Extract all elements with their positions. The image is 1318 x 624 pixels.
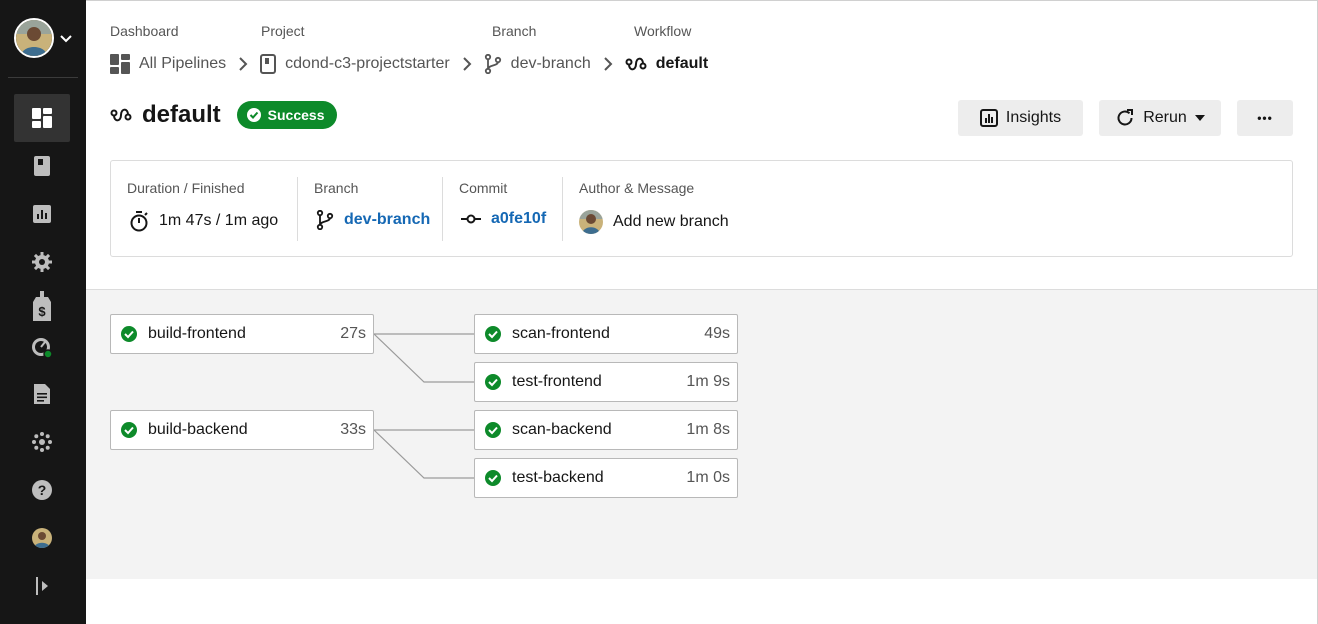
insights-button[interactable]: Insights [958, 100, 1083, 136]
commit-icon [461, 214, 481, 224]
success-icon [121, 326, 137, 342]
plan-icon[interactable]: $ [14, 282, 70, 330]
crumb-workflow: default [625, 55, 708, 73]
sidebar-divider [8, 77, 78, 78]
job-test-frontend[interactable]: test-frontend 1m 9s [474, 362, 738, 402]
stopwatch-icon [130, 211, 148, 232]
branch-icon [316, 210, 334, 230]
workflow-graph: build-frontend 27s scan-frontend 49s tes… [86, 289, 1317, 579]
user-avatar[interactable] [14, 18, 54, 58]
commit-label: Commit [459, 180, 508, 196]
crumb-branch[interactable]: dev-branch [484, 54, 591, 74]
svg-text:$: $ [38, 304, 46, 319]
crumb-project-label: cdond-c3-projectstarter [285, 55, 450, 72]
rerun-button-label: Rerun [1143, 109, 1187, 126]
success-icon [121, 422, 137, 438]
projects-icon[interactable] [14, 142, 70, 190]
branch-link[interactable]: dev-branch [344, 211, 430, 229]
job-build-frontend[interactable]: build-frontend 27s [110, 314, 374, 354]
docs-icon[interactable] [14, 370, 70, 418]
settings-icon[interactable] [14, 238, 70, 286]
job-name: build-backend [148, 421, 248, 438]
crumb-branch-label: dev-branch [510, 55, 591, 72]
job-name: build-frontend [148, 325, 246, 342]
workflow-info-card: Duration / Finished 1m 47s / 1m ago Bran… [110, 160, 1293, 257]
success-icon [485, 422, 501, 438]
job-name: scan-backend [512, 421, 612, 438]
commit-link[interactable]: a0fe10f [491, 210, 546, 228]
help-icon[interactable]: ? [14, 466, 70, 514]
job-name: test-frontend [512, 373, 602, 390]
breadcrumb: All Pipelines cdond-c3-projectstarter de… [110, 51, 708, 77]
chevron-right-icon [238, 57, 248, 71]
job-name: test-backend [512, 469, 604, 486]
status-badge-label: Success [267, 107, 325, 123]
more-options-button[interactable]: ••• [1237, 100, 1293, 136]
commit-value-row: a0fe10f [461, 210, 546, 228]
crumb-label-workflow: Workflow [634, 23, 692, 39]
job-duration: 1m 9s [686, 373, 730, 390]
chevron-right-icon [603, 57, 613, 71]
chevron-down-icon[interactable] [58, 30, 74, 46]
author-value-row: Add new branch [579, 210, 729, 234]
rerun-button[interactable]: Rerun [1099, 100, 1221, 136]
status-icon[interactable] [14, 324, 70, 372]
job-duration: 1m 0s [686, 469, 730, 486]
job-name: scan-frontend [512, 325, 610, 342]
crumb-workflow-label: default [655, 55, 709, 72]
success-icon [485, 374, 501, 390]
commit-message: Add new branch [613, 213, 729, 230]
success-icon [485, 470, 501, 486]
page-title: default [142, 101, 221, 128]
svg-text:?: ? [38, 482, 47, 498]
check-circle-icon [246, 108, 261, 122]
dashboard-icon [110, 54, 130, 74]
status-badge: Success [236, 101, 337, 129]
chevron-right-icon [462, 57, 472, 71]
job-scan-frontend[interactable]: scan-frontend 49s [474, 314, 738, 354]
more-options-icon: ••• [1257, 111, 1273, 125]
insights-icon [979, 109, 998, 127]
job-duration: 27s [340, 325, 366, 342]
workflow-icon [110, 108, 132, 122]
job-build-backend[interactable]: build-backend 33s [110, 410, 374, 450]
dashboard-icon[interactable] [14, 94, 70, 142]
workflow-header: default Success [110, 101, 337, 129]
duration-value-row: 1m 47s / 1m ago [129, 210, 278, 232]
profile-avatar[interactable] [14, 514, 70, 562]
job-duration: 33s [340, 421, 366, 438]
divider [442, 177, 443, 241]
crumb-all-pipelines-label: All Pipelines [139, 55, 227, 72]
workflow-icon [625, 57, 647, 71]
project-icon [260, 54, 277, 74]
branch-icon [484, 54, 501, 74]
job-duration: 49s [704, 325, 730, 342]
duration-value: 1m 47s / 1m ago [159, 212, 279, 229]
insights-icon[interactable] [14, 190, 70, 238]
expand-sidebar-icon[interactable] [14, 562, 70, 610]
crumb-project[interactable]: cdond-c3-projectstarter [260, 54, 450, 74]
crumb-label-branch: Branch [492, 23, 537, 39]
crumb-label-project: Project [261, 23, 305, 39]
refresh-icon [1117, 109, 1134, 126]
main-content: Dashboard Project Branch Workflow All Pi… [86, 0, 1318, 624]
duration-label: Duration / Finished [127, 180, 245, 196]
branch-value-row: dev-branch [316, 210, 430, 230]
divider [297, 177, 298, 241]
crumb-label-dashboard: Dashboard [110, 23, 179, 39]
branch-label: Branch [314, 180, 359, 196]
job-scan-backend[interactable]: scan-backend 1m 8s [474, 410, 738, 450]
crumb-all-pipelines[interactable]: All Pipelines [110, 54, 226, 74]
author-label: Author & Message [579, 180, 695, 196]
sidebar: $ ? [0, 0, 86, 624]
caret-down-icon [1194, 115, 1205, 121]
success-icon [485, 326, 501, 342]
integrations-icon[interactable] [14, 418, 70, 466]
job-test-backend[interactable]: test-backend 1m 0s [474, 458, 738, 498]
author-avatar [579, 210, 603, 234]
insights-button-label: Insights [1005, 109, 1062, 126]
job-duration: 1m 8s [686, 421, 730, 438]
divider [562, 177, 563, 241]
